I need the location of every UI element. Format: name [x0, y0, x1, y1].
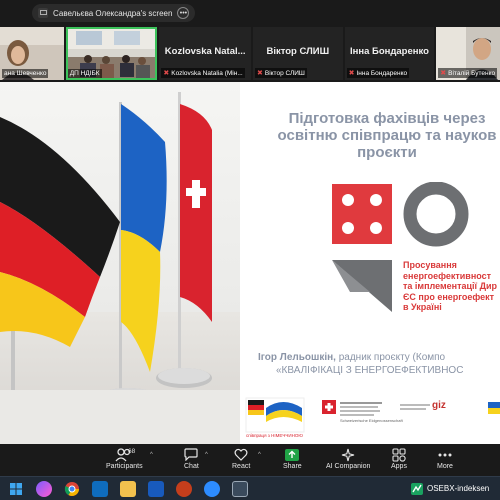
word-icon[interactable]	[148, 481, 164, 497]
chevron-up-icon[interactable]: ^	[150, 452, 153, 458]
outlook-icon[interactable]	[92, 481, 108, 497]
chat-label: Chat	[184, 463, 199, 470]
more-label: More	[437, 463, 453, 470]
participant-name: ✖ Kozlovska Natalia (Мін...	[161, 68, 245, 78]
share-options-icon[interactable]: •••	[177, 7, 190, 19]
apps-icon	[392, 446, 406, 463]
taskbar-app-label[interactable]: OSEBX-indeksen	[427, 484, 489, 493]
giz-logo: giz	[432, 400, 446, 411]
copilot-icon[interactable]	[36, 481, 52, 497]
more-button[interactable]: More	[437, 446, 453, 470]
more-icon	[438, 446, 452, 463]
ai-companion-button[interactable]: AI Companion	[326, 446, 370, 470]
apps-button[interactable]: Apps	[391, 446, 407, 470]
participant-display-name: Інна Бондаренко	[349, 46, 429, 57]
slide-title: Підготовка фахівців через освітню співпр…	[277, 110, 497, 161]
mic-muted-icon: ✖	[163, 70, 170, 77]
share-button[interactable]: Share	[283, 446, 302, 470]
chevron-up-icon[interactable]: ^	[258, 452, 261, 458]
apps-label: Apps	[391, 463, 407, 470]
ai-companion-label: AI Companion	[326, 463, 371, 470]
footer-swiss-label: Schweizerische Eidgenossenschaft	[340, 418, 403, 423]
chevron-up-icon[interactable]: ^	[205, 452, 208, 458]
heart-icon	[234, 446, 248, 463]
mic-muted-icon: ✖	[256, 70, 263, 77]
participants-label: Participants	[106, 463, 143, 470]
share-label: Share	[283, 463, 302, 470]
sparkle-icon	[341, 446, 355, 463]
os-taskbar: OSEBX-indeksen	[0, 476, 500, 500]
share-screen-icon	[284, 446, 300, 463]
chrome-icon[interactable]	[64, 481, 80, 497]
participant-tile-active-speaker[interactable]: ДП НДІБК	[65, 27, 158, 80]
zoom-icon[interactable]	[204, 481, 220, 497]
participant-name: ДП НДІБК	[67, 69, 102, 78]
share-screen-icon	[38, 8, 48, 18]
mic-muted-icon: ✖	[348, 70, 355, 77]
participant-name: ✖ Інна Бондаренко	[346, 68, 410, 78]
powerpoint-icon[interactable]	[176, 481, 192, 497]
chat-icon	[184, 446, 198, 463]
participant-name: ана Шевченко	[2, 69, 49, 78]
footer-cooperation-label: співпраця з НІМЕЧЧИНОЮ	[246, 433, 303, 438]
participant-tile[interactable]: ✖ Віталій Бутенко	[436, 27, 500, 80]
react-label: React	[232, 463, 251, 470]
app-icon[interactable]	[232, 481, 248, 497]
participant-tile[interactable]: Інна Бондаренко ✖ Інна Бондаренко	[344, 27, 435, 80]
logo-caption: Просування енергоефективност та імплемен…	[403, 260, 498, 312]
participant-strip: ана Шевченко ДП НДІБК Kozlovska Natal...…	[0, 27, 500, 80]
participant-name: ✖ Віктор СЛИШ	[254, 68, 307, 78]
share-owner-label: Савельєва Олександра's screen	[53, 8, 173, 18]
participant-tile[interactable]: Kozlovska Natal... ✖ Kozlovska Natalia (М…	[159, 27, 251, 80]
participant-name: ✖ Віталій Бутенко	[438, 68, 498, 78]
meeting-toolbar: 68 Participants ^ Chat ^ React ^ Share A…	[0, 444, 500, 476]
participants-count: 68	[128, 448, 136, 455]
zoom-window: Савельєва Олександра's screen ••• ана Ше…	[0, 0, 500, 500]
windows-start-icon[interactable]	[8, 481, 24, 497]
participant-display-name: Kozlovska Natal...	[164, 46, 246, 57]
project-name: «КВАЛІФІКАЦІ З ЕНЕРГОЕФЕКТИВНОС	[276, 365, 464, 376]
participant-tile[interactable]: ана Шевченко	[0, 27, 64, 80]
participants-button[interactable]: 68 Participants	[106, 446, 143, 470]
participant-tile[interactable]: Віктор СЛИШ ✖ Віктор СЛИШ	[252, 27, 343, 80]
screen-share-indicator[interactable]: Савельєва Олександра's screen •••	[32, 4, 196, 22]
mic-muted-icon: ✖	[440, 70, 447, 77]
speaker-line: Ігор Лельошкін, радник проєкту (Компо	[258, 352, 446, 363]
shared-screen: Підготовка фахівців через освітню співпр…	[0, 82, 500, 444]
footer-logos: співпраця з НІМЕЧЧИНОЮ Schweizerische Ei…	[0, 390, 500, 444]
app-tab-icon[interactable]	[410, 482, 424, 496]
participant-display-name: Віктор СЛИШ	[266, 46, 330, 57]
react-button[interactable]: React	[232, 446, 250, 470]
file-explorer-icon[interactable]	[120, 481, 136, 497]
chat-button[interactable]: Chat	[184, 446, 199, 470]
